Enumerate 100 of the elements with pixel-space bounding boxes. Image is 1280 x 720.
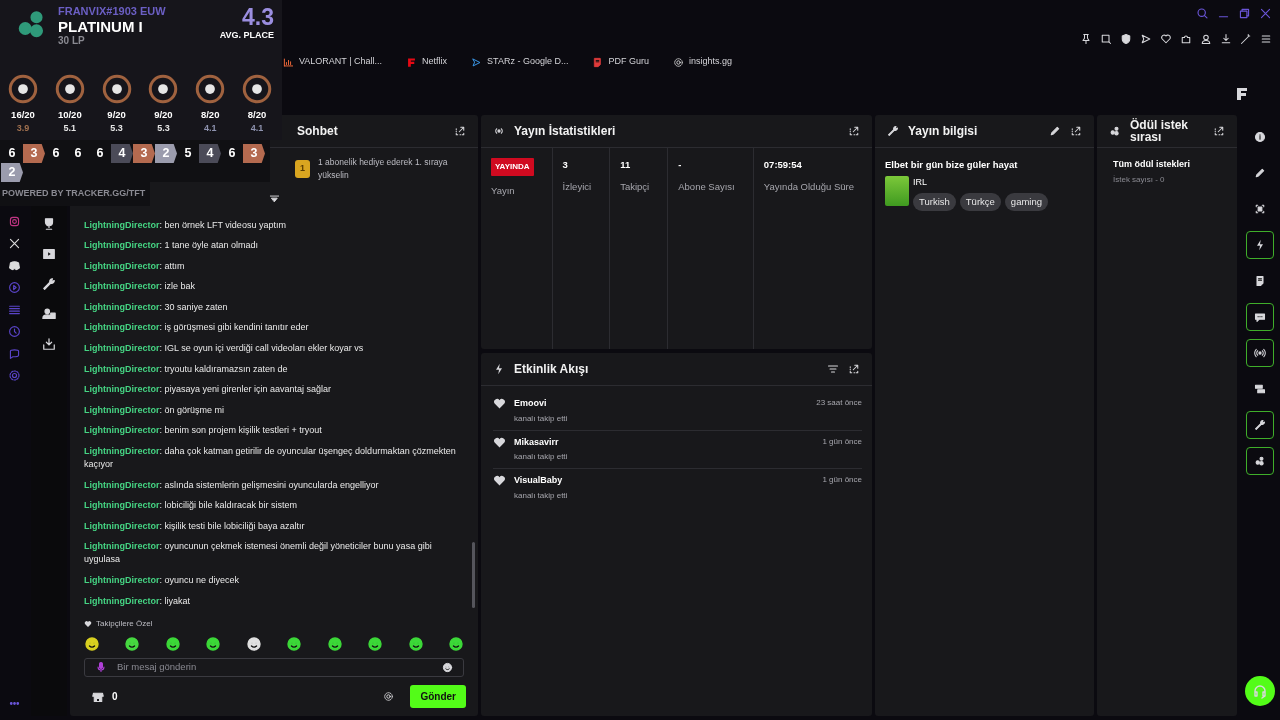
stat-value: 07:59:54	[763, 158, 803, 172]
trait-ring-icon	[8, 74, 38, 104]
follower-name[interactable]: Emoovi	[514, 397, 809, 411]
placement-number: 2	[8, 164, 16, 182]
shield-icon[interactable]	[1120, 33, 1132, 45]
emote-icon[interactable]	[286, 635, 303, 652]
trophy-icon[interactable]	[42, 217, 56, 231]
chat-message: LightningDirector: izle bak	[84, 280, 197, 294]
sidebar-widget-button[interactable]	[1246, 231, 1274, 259]
wrench-icon[interactable]	[42, 277, 56, 291]
trait-average: 4.1	[250, 122, 264, 136]
rank-text: PLATINUM I	[58, 19, 144, 34]
pencil-icon[interactable]	[1049, 125, 1061, 137]
collapse-icon[interactable]	[269, 193, 280, 205]
message-input-box[interactable]: Bir mesaj gönderin	[84, 657, 464, 677]
popout-icon[interactable]	[848, 363, 860, 375]
bookmark-link[interactable]: STARz - Google D...	[471, 55, 569, 69]
sidebar-widget-button[interactable]	[1246, 447, 1274, 475]
trait-ring-icon	[101, 74, 132, 104]
chat-message: LightningDirector: liyakat	[84, 594, 191, 608]
emote-icon[interactable]	[164, 635, 181, 652]
sidebar-widget-button[interactable]	[1246, 303, 1274, 331]
scrollbar-thumb[interactable]	[472, 541, 475, 608]
clock-icon[interactable]	[7, 325, 21, 338]
popout-icon[interactable]	[454, 125, 466, 137]
emote-icon[interactable]	[245, 635, 262, 652]
chat-message: LightningDirector: benim son projem kişilik testleri + tryout	[84, 424, 323, 438]
stat-label: İzleyici	[562, 180, 593, 194]
tag-pill[interactable]: gaming	[1004, 192, 1048, 211]
bookmark-link[interactable]: VALORANT | Chall...	[283, 55, 383, 69]
tag-pill[interactable]: Turkish	[913, 192, 956, 211]
emote-icon[interactable]	[367, 635, 384, 652]
chat-icon[interactable]	[7, 347, 21, 360]
follower-name[interactable]: Mikasavirr	[514, 435, 815, 449]
list-icon[interactable]	[7, 303, 21, 316]
category-name[interactable]: IRL	[913, 176, 1048, 190]
chat-message: LightningDirector: aslında sistemlerin gelişmesini oyuncularda engelliyor	[84, 478, 380, 492]
filter-icon[interactable]	[827, 363, 839, 375]
trait-ring-icon	[148, 74, 179, 104]
send-icon[interactable]	[1140, 33, 1152, 45]
message-input[interactable]: Bir mesaj gönderin	[115, 659, 434, 676]
app-logo-icon[interactable]	[1234, 85, 1250, 102]
follower-name[interactable]: VisualBaby	[514, 474, 815, 488]
info-icon	[1254, 131, 1266, 143]
bookmark-logo-icon	[406, 56, 418, 68]
tray-icon[interactable]	[42, 337, 56, 351]
popout-icon[interactable]	[1213, 125, 1225, 137]
average-place-label: AVG. PLACE	[219, 29, 274, 42]
chat-message: LightningDirector: iş görüşmesi gibi kendini tanıtır eder	[84, 321, 310, 335]
chat-message: LightningDirector: ön görüşme mi	[84, 403, 226, 417]
stat-value: 11	[620, 158, 632, 172]
wand-icon[interactable]	[1240, 33, 1252, 45]
emote-icon[interactable]	[84, 635, 100, 652]
emoji-icon[interactable]	[442, 661, 453, 673]
wrench-icon	[1254, 419, 1266, 431]
popout-icon[interactable]	[1070, 125, 1082, 137]
send-button[interactable]: Gönder	[410, 685, 466, 708]
support-button[interactable]	[1245, 676, 1275, 706]
discord-icon[interactable]	[7, 259, 21, 272]
bookmark-link[interactable]: Netflix	[406, 55, 448, 69]
emote-icon[interactable]	[447, 635, 464, 652]
gear-icon	[672, 56, 684, 68]
chat-message: LightningDirector: 1 tane öyle atan olmadı	[84, 239, 260, 253]
puzzle-icon[interactable]	[1180, 33, 1192, 45]
profile-icon[interactable]	[1200, 33, 1212, 45]
chat-message: LightningDirector: piyasaya yeni girenler için aavantaj sağlar	[84, 383, 333, 397]
emote-icon[interactable]	[205, 635, 222, 652]
play-icon[interactable]	[7, 281, 21, 294]
sidebar-widget-button[interactable]	[1246, 339, 1274, 367]
restore-icon[interactable]	[1238, 6, 1251, 20]
popout-icon[interactable]	[848, 125, 860, 137]
event-description: kanalı takip etti	[514, 412, 569, 425]
bookmark-link[interactable]: insights.gg	[672, 55, 732, 69]
camera-icon	[1254, 383, 1266, 395]
heart-icon[interactable]	[1160, 33, 1172, 45]
chat-message: LightningDirector: lobiciliği bile kaldıracak bir sistem	[84, 499, 299, 513]
heart-icon	[493, 435, 506, 449]
emote-icon[interactable]	[407, 635, 424, 652]
crop-icon[interactable]	[1100, 33, 1112, 45]
sidebar-widget-button[interactable]	[1246, 411, 1274, 439]
x-logo-icon[interactable]	[7, 237, 21, 250]
pencil-icon	[1254, 167, 1266, 179]
menu-icon[interactable]	[1260, 33, 1272, 45]
placement-number: 6	[74, 145, 82, 163]
video-icon[interactable]	[42, 247, 56, 261]
bookmark-link[interactable]: PDF Guru	[592, 55, 649, 69]
search-icon[interactable]	[1196, 6, 1209, 20]
bolt-icon	[1254, 239, 1266, 251]
download-icon[interactable]	[1220, 33, 1232, 45]
emote-icon[interactable]	[326, 635, 343, 652]
tag-pill[interactable]: Türkçe	[959, 192, 1001, 211]
users-icon[interactable]	[42, 307, 56, 321]
panel-title: Yayın İstatistikleri	[514, 123, 616, 140]
close-icon[interactable]	[1259, 6, 1272, 20]
store-icon[interactable]	[92, 690, 104, 703]
chart-icon	[283, 56, 294, 68]
pin-icon[interactable]	[1080, 33, 1092, 45]
wrench-icon	[887, 125, 899, 137]
emote-icon[interactable]	[124, 635, 141, 652]
instagram-icon[interactable]	[7, 215, 21, 228]
